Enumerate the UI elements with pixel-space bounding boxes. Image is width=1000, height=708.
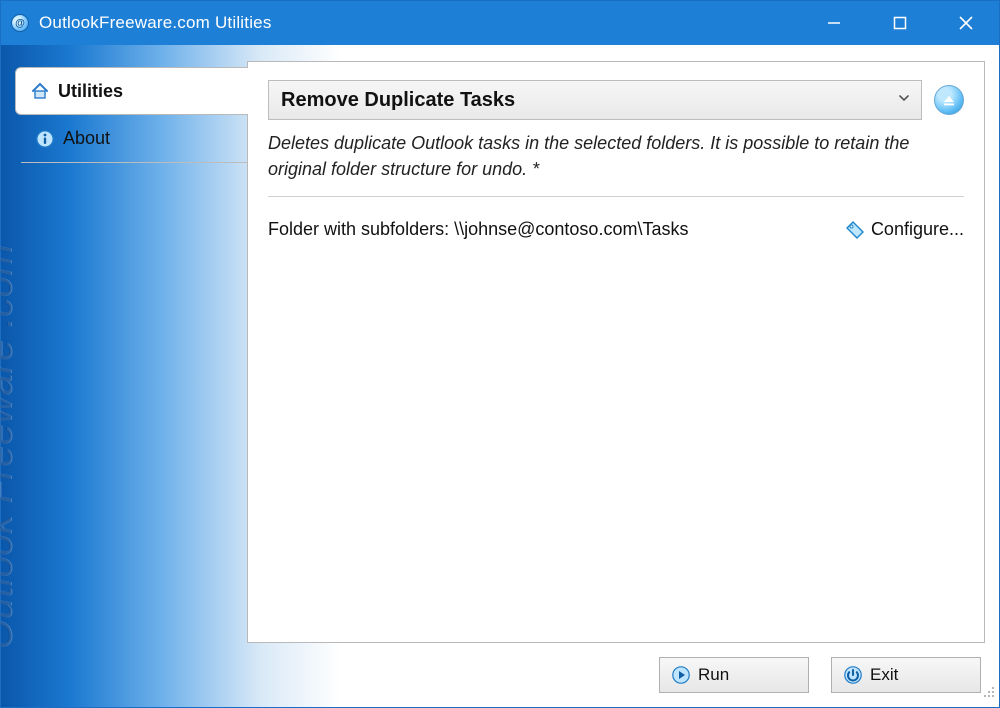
exit-button[interactable]: Exit: [831, 657, 981, 693]
sidebar: Utilities About Outlook Freeware .com: [15, 61, 247, 643]
configure-label: Configure...: [871, 219, 964, 240]
resize-grip[interactable]: [981, 684, 995, 703]
eject-icon: [942, 93, 956, 107]
run-label: Run: [698, 665, 729, 685]
titlebar[interactable]: @ OutlookFreeware.com Utilities: [1, 1, 999, 45]
brand-watermark: Outlook Freeware .com: [0, 244, 21, 649]
close-button[interactable]: [933, 1, 999, 45]
utility-select[interactable]: Remove Duplicate Tasks: [268, 80, 922, 120]
eject-button[interactable]: [934, 85, 964, 115]
utility-description: Deletes duplicate Outlook tasks in the s…: [268, 130, 964, 197]
minimize-button[interactable]: [801, 1, 867, 45]
configure-link[interactable]: Configure...: [845, 219, 964, 240]
tab-about[interactable]: About: [21, 115, 247, 163]
window-controls: [801, 1, 999, 45]
window-title: OutlookFreeware.com Utilities: [39, 13, 272, 33]
chevron-down-icon: [897, 91, 911, 110]
tag-icon: [845, 220, 865, 240]
footer: Run Exit: [15, 643, 985, 695]
tab-label: About: [63, 128, 110, 149]
minimize-icon: [827, 16, 841, 30]
utility-title: Remove Duplicate Tasks: [281, 89, 515, 112]
app-window: @ OutlookFreeware.com Utilities Ut: [0, 0, 1000, 708]
exit-label: Exit: [870, 665, 898, 685]
app-icon: @: [11, 14, 29, 32]
power-icon: [844, 666, 862, 684]
tab-label: Utilities: [58, 81, 123, 102]
client-area: Utilities About Outlook Freeware .com Re…: [1, 45, 999, 707]
folder-path: Folder with subfolders: \\johnse@contoso…: [268, 219, 827, 240]
info-icon: [35, 129, 55, 149]
play-icon: [672, 666, 690, 684]
maximize-icon: [893, 16, 907, 30]
run-button[interactable]: Run: [659, 657, 809, 693]
content-panel: Remove Duplicate Tasks Deletes duplicate…: [247, 61, 985, 643]
tab-utilities[interactable]: Utilities: [15, 67, 248, 115]
home-icon: [30, 81, 50, 101]
close-icon: [958, 15, 974, 31]
maximize-button[interactable]: [867, 1, 933, 45]
